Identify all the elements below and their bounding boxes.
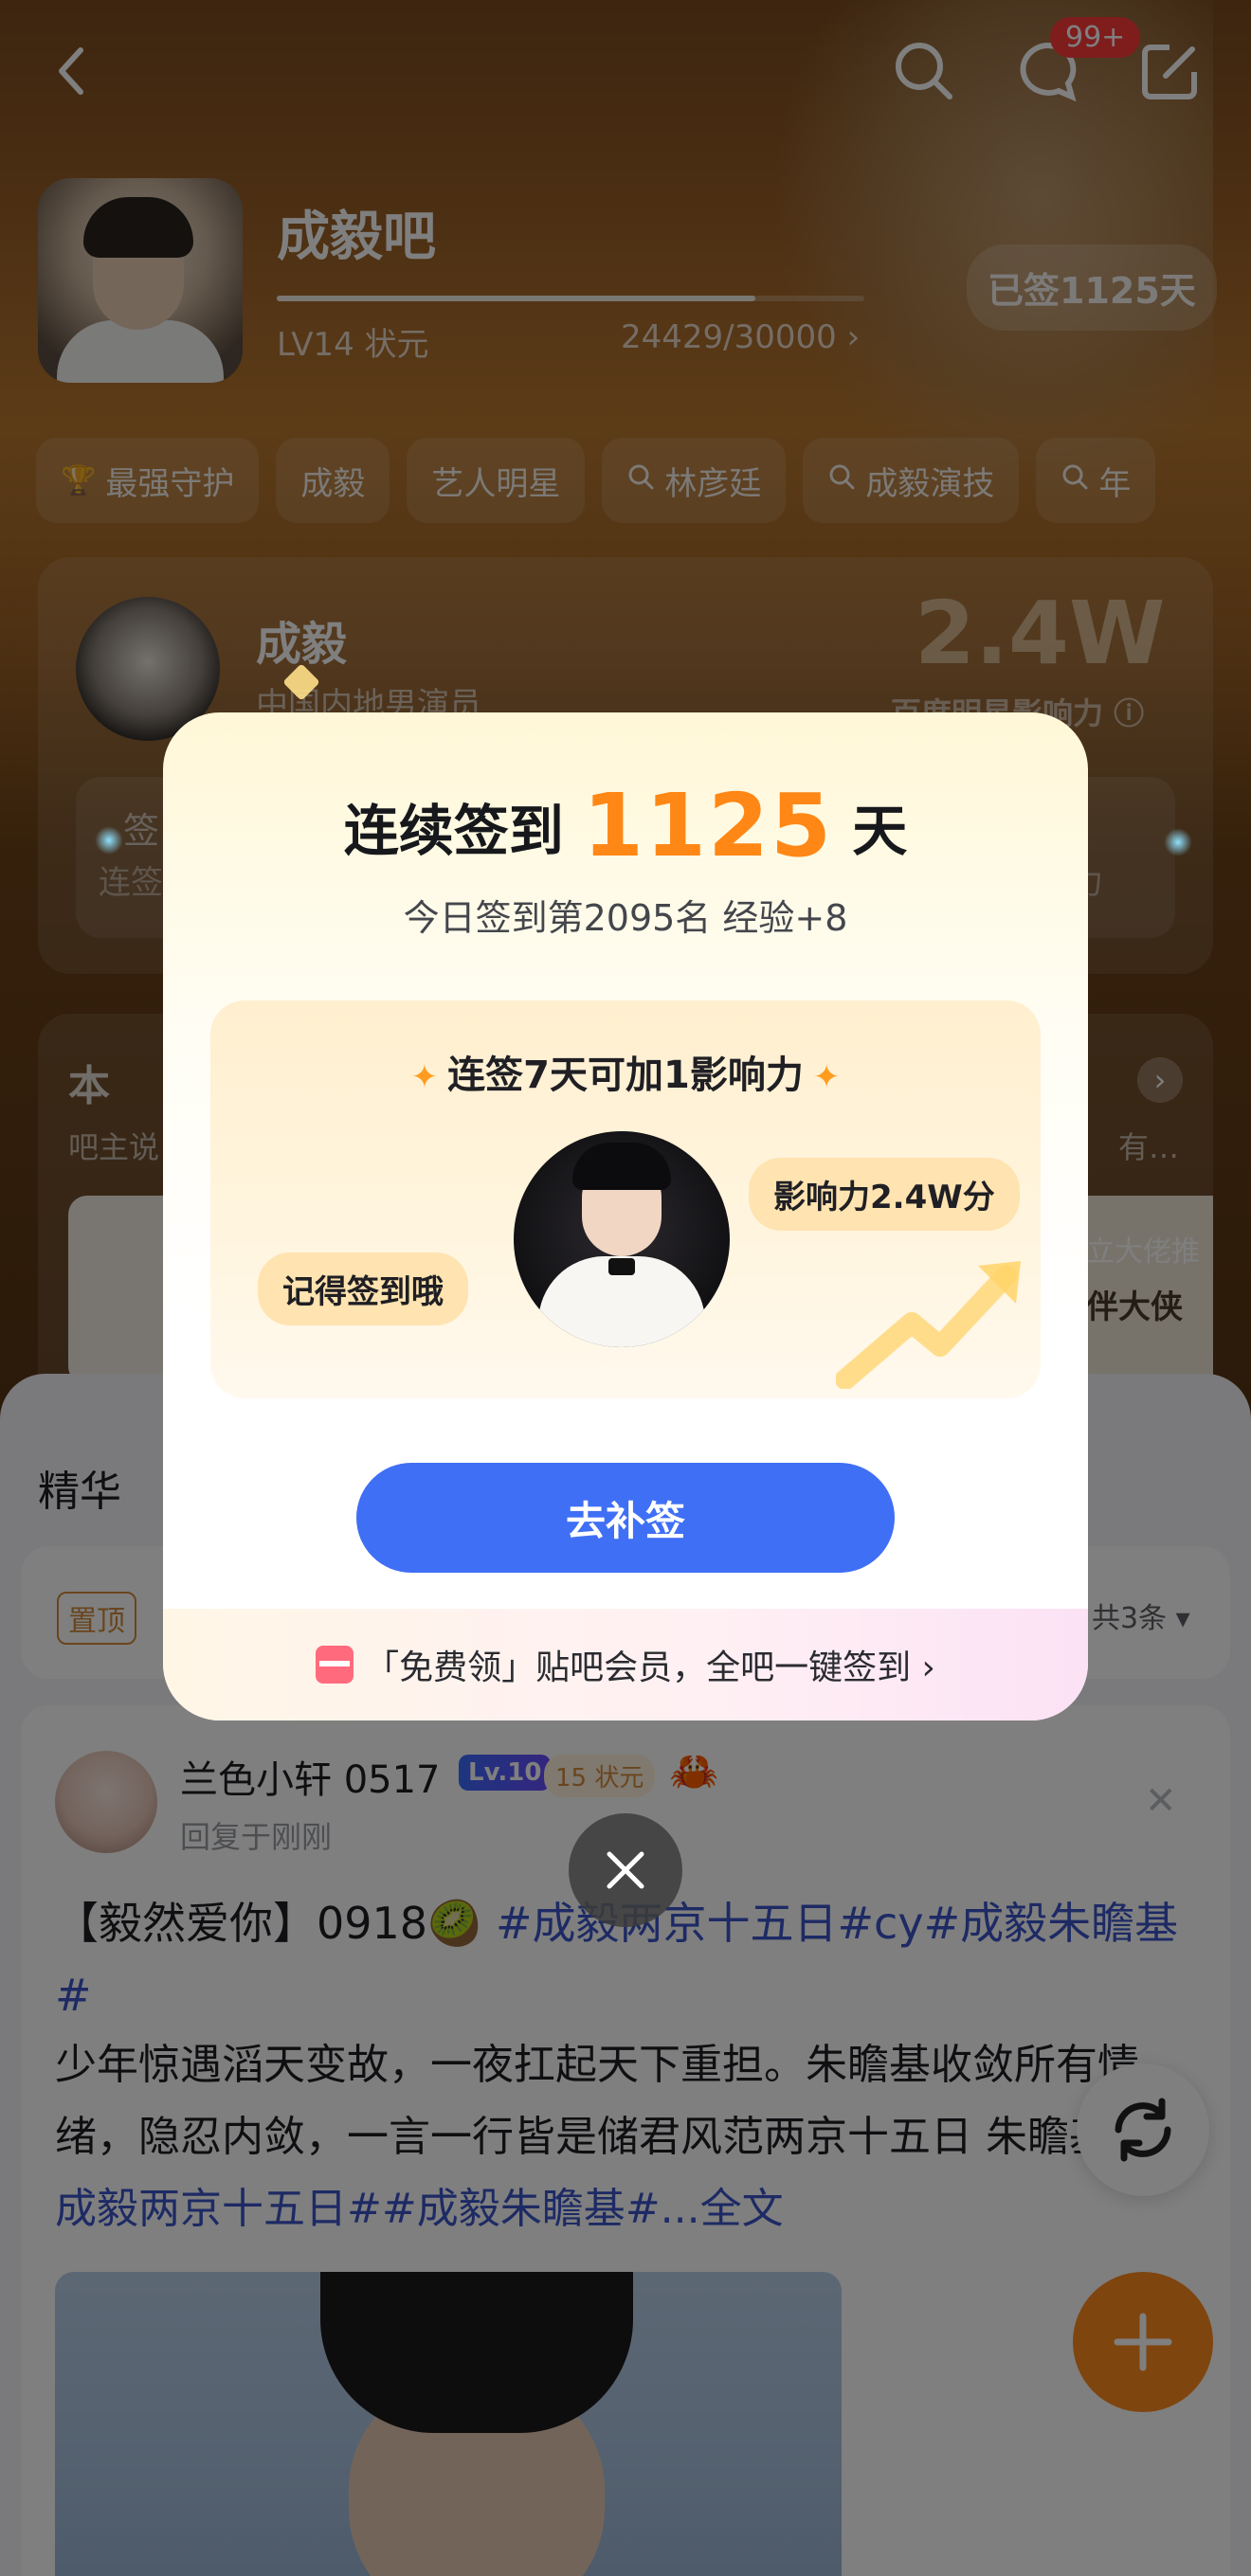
modal-title-suffix: 天	[852, 799, 908, 863]
sparkle-decoration	[95, 826, 123, 855]
sparkle-icon: ✦	[812, 1058, 841, 1096]
close-icon	[607, 1851, 644, 1889]
promo-title-text: 连签7天可加1影响力	[447, 1054, 804, 1097]
vip-promo-strip[interactable]: 「免费领」贴吧会员，全吧一键签到 ›	[163, 1609, 1088, 1720]
promo-panel: ✦ 连签7天可加1影响力 ✦ 记得签到哦 影响力2.4W分	[210, 1000, 1041, 1398]
gift-icon	[316, 1646, 354, 1684]
modal-title-prefix: 连续签到	[343, 799, 564, 863]
trend-arrow-icon	[836, 1261, 1021, 1389]
star-photo	[514, 1131, 730, 1347]
sparkle-decoration	[1164, 828, 1192, 856]
sparkle-icon: ✦	[410, 1058, 439, 1096]
modal-subtitle: 今日签到第2095名 经验+8	[403, 897, 848, 939]
sign-in-modal: 连续签到 1125 天 今日签到第2095名 经验+8 ✦ 连签7天可加1影响力 ✦…	[163, 712, 1088, 1720]
vip-promo-text: 「免费领」贴吧会员，全吧一键签到 ›	[365, 1648, 935, 1687]
makeup-sign-button[interactable]: 去补签	[356, 1463, 895, 1573]
modal-title: 连续签到 1125 天	[163, 775, 1088, 876]
tieba-forum-page: 99+ 成毅吧 LV14 状元 24429/30000 › 已签1125天 🏆最…	[0, 0, 1251, 2576]
close-modal-button[interactable]	[569, 1813, 682, 1927]
influence-bubble: 影响力2.4W分	[749, 1158, 1020, 1231]
reminder-bubble: 记得签到哦	[258, 1252, 468, 1325]
consecutive-days: 1125	[582, 775, 834, 876]
promo-title: ✦ 连签7天可加1影响力 ✦	[210, 1044, 1041, 1099]
